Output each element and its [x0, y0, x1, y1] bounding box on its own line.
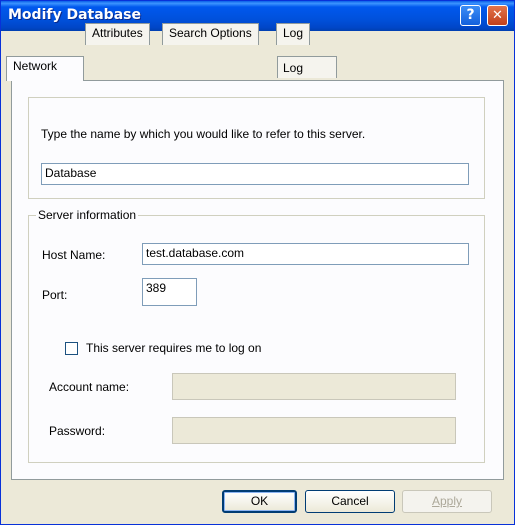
help-icon: ?	[466, 7, 475, 23]
host-name-input[interactable]: test.database.com	[142, 243, 469, 265]
password-label: Password:	[49, 424, 106, 438]
network-tab-panel: Type the name by which you would like to…	[11, 80, 504, 480]
logon-checkbox[interactable]	[65, 342, 78, 355]
ok-button[interactable]: OK	[222, 490, 297, 513]
logon-checkbox-label[interactable]: This server requires me to log on	[86, 341, 261, 355]
tab-log[interactable]: Log	[276, 23, 311, 45]
cancel-button[interactable]: Cancel	[305, 490, 395, 513]
server-information-legend: Server information	[36, 208, 139, 222]
account-name-label: Account name:	[49, 380, 130, 394]
port-label: Port:	[42, 288, 68, 302]
host-name-label: Host Name:	[42, 248, 106, 262]
server-name-instruction: Type the name by which you would like to…	[41, 127, 366, 141]
tab-attributes[interactable]: Attributes	[85, 23, 150, 45]
tab-log-label: Log	[283, 61, 304, 75]
apply-button[interactable]: Apply	[402, 490, 492, 513]
modify-database-dialog: Modify Database ? ✕ Attributes Search Op…	[0, 0, 515, 525]
close-button[interactable]: ✕	[487, 5, 508, 26]
account-name-input[interactable]	[172, 373, 456, 400]
port-input[interactable]: 389	[142, 278, 197, 306]
window-title: Modify Database	[8, 7, 141, 23]
password-input[interactable]	[172, 417, 456, 444]
close-icon: ✕	[492, 8, 503, 23]
help-button[interactable]: ?	[460, 5, 481, 26]
tab-search-options[interactable]: Search Options	[162, 23, 259, 45]
server-name-input[interactable]: Database	[41, 163, 469, 185]
tab-network[interactable]: Network	[6, 56, 84, 81]
